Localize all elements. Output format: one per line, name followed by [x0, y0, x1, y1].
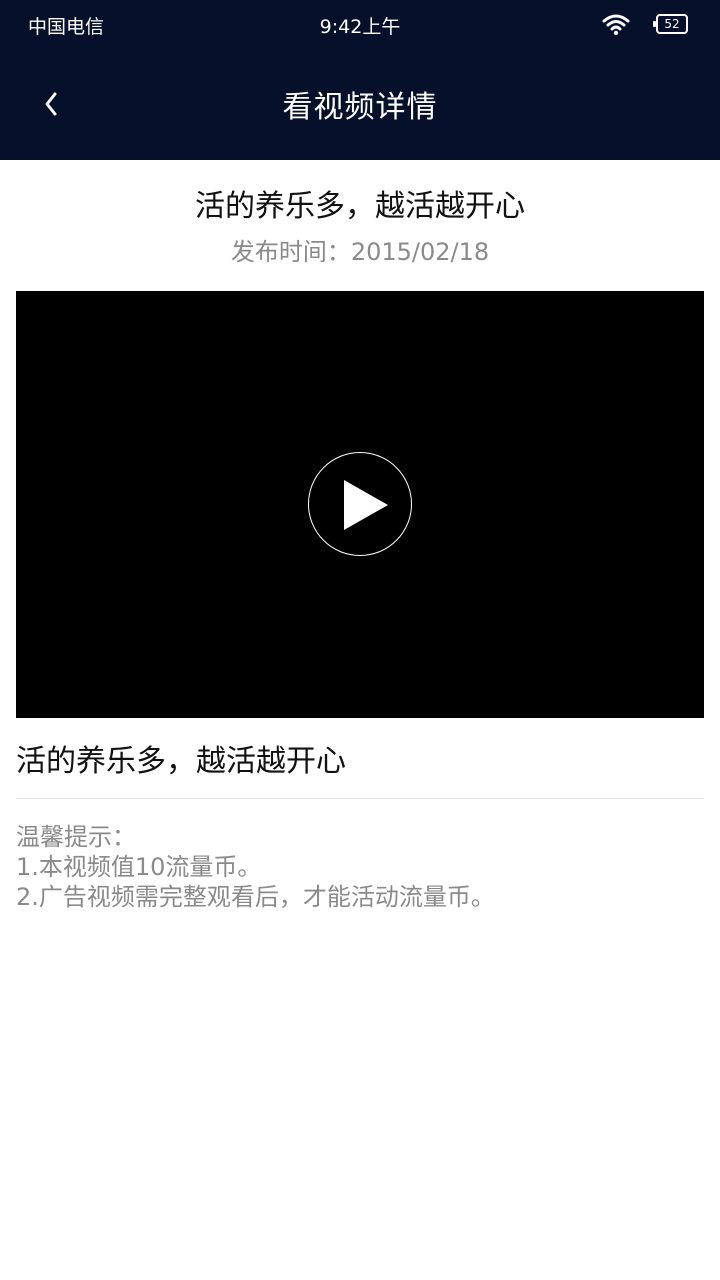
divider	[16, 798, 704, 799]
play-button[interactable]	[308, 452, 412, 556]
publish-date: 2015/02/18	[350, 238, 490, 266]
publish-label: 发布时间：	[230, 238, 351, 266]
play-icon	[344, 480, 388, 530]
video-caption: 活的养乐多，越活越开心	[16, 744, 346, 779]
tips-line: 1.本视频值10流量币。	[16, 853, 262, 881]
publish-info: 发布时间：2015/02/18	[0, 232, 720, 267]
video-player[interactable]	[16, 291, 704, 718]
battery-level: 52	[664, 17, 680, 31]
nav-bar: 看视频详情	[0, 60, 720, 148]
tips-section: 温馨提示： 1.本视频值10流量币。 2.广告视频需完整观看后，才能活动流量币。	[16, 822, 495, 912]
tips-heading: 温馨提示：	[16, 823, 136, 851]
status-bar: 中国电信 9:42上午 52	[0, 0, 720, 50]
battery-icon: 52	[653, 14, 688, 34]
tips-line: 2.广告视频需完整观看后，才能活动流量币。	[16, 883, 495, 911]
video-title: 活的养乐多，越活越开心	[195, 189, 525, 224]
page-title: 看视频详情	[282, 90, 438, 125]
app-header: 中国电信 9:42上午 52 看视频详情	[0, 0, 720, 160]
wifi-icon	[602, 12, 630, 36]
